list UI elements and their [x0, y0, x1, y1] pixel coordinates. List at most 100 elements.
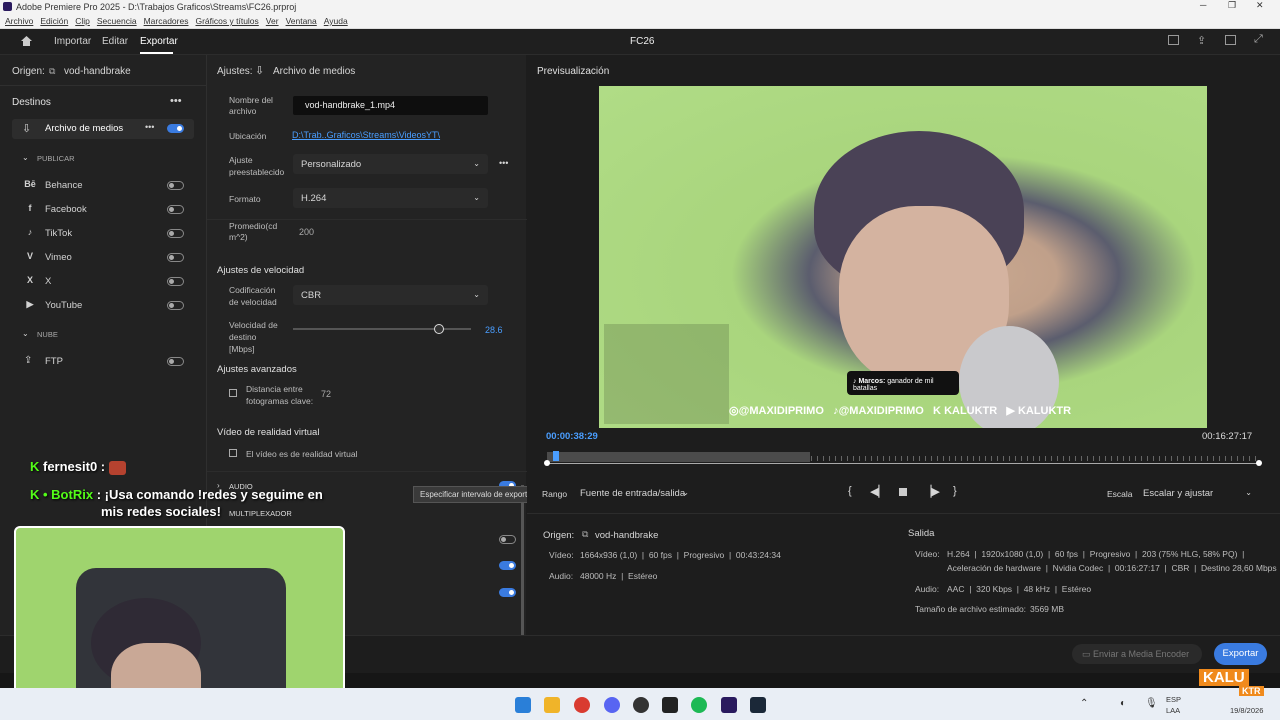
- coding-dropdown[interactable]: CBR ⌄: [293, 285, 488, 305]
- destination-toggle[interactable]: [167, 229, 184, 238]
- option-toggle-2[interactable]: [499, 561, 516, 570]
- destination-toggle[interactable]: [167, 277, 184, 286]
- social-handles: ◎@MAXIDIPRIMO ♪@MAXIDIPRIMO K KALUKTR ▶ …: [729, 404, 1071, 417]
- menu-item[interactable]: Ver: [266, 16, 279, 26]
- ftp-toggle[interactable]: [167, 357, 184, 366]
- destination-toggle[interactable]: [167, 205, 184, 214]
- maximize-icon[interactable]: ❐: [1228, 0, 1236, 11]
- webcam-overlay: [14, 526, 345, 712]
- preset-dropdown[interactable]: Personalizado ⌄: [293, 154, 488, 174]
- more-icon[interactable]: •••: [499, 158, 508, 168]
- destination-label: Facebook: [45, 204, 87, 215]
- option-toggle-1[interactable]: [499, 535, 516, 544]
- playhead[interactable]: [552, 451, 559, 461]
- media-encoder-button[interactable]: ▭ Enviar a Media Encoder: [1072, 644, 1202, 664]
- handle-kick: KALUKTR: [944, 405, 998, 417]
- vr-checkbox[interactable]: [229, 449, 237, 457]
- fullscreen-icon[interactable]: ⤢: [1254, 33, 1263, 46]
- menu-item[interactable]: Ventana: [286, 16, 317, 26]
- chat-app-icon[interactable]: [662, 697, 678, 713]
- in-point-handle[interactable]: [544, 460, 550, 466]
- option-toggle-3[interactable]: [499, 588, 516, 597]
- lang-indicator-2[interactable]: LAA: [1166, 706, 1180, 715]
- panel-resizer[interactable]: [521, 485, 524, 635]
- destination-label: X: [45, 276, 52, 287]
- chevron-down-icon[interactable]: ⌄: [22, 153, 29, 162]
- step-forward-icon[interactable]: ▕▶: [923, 485, 940, 498]
- menu-item[interactable]: Marcadores: [144, 16, 189, 26]
- destination-tiktok[interactable]: ♪ TikTok: [12, 224, 192, 244]
- obs-icon[interactable]: [633, 697, 649, 713]
- panel-icon[interactable]: [1225, 35, 1236, 45]
- lang-indicator-1[interactable]: ESP: [1166, 695, 1181, 704]
- chevron-down-icon[interactable]: ⌄: [22, 329, 29, 338]
- destination-media-file[interactable]: ⇩ Archivo de medios •••: [12, 119, 194, 139]
- divider: [207, 471, 527, 472]
- destination-vimeo[interactable]: V Vimeo: [12, 248, 192, 268]
- format-dropdown[interactable]: H.264 ⌄: [293, 188, 488, 208]
- stop-icon[interactable]: [899, 488, 907, 496]
- windows-start-icon[interactable]: [515, 697, 531, 713]
- title-bar: Adobe Premiere Pro 2025 - D:\Trabajos Gr…: [0, 0, 1280, 14]
- kick-icon: K: [30, 487, 43, 502]
- file-explorer-icon[interactable]: [544, 697, 560, 713]
- range-dropdown[interactable]: Fuente de entrada/salida ⌄: [572, 483, 697, 503]
- export-button[interactable]: Exportar: [1214, 643, 1267, 665]
- more-icon[interactable]: •••: [145, 122, 154, 132]
- tab-import[interactable]: Importar: [54, 36, 91, 47]
- tab-export[interactable]: Exportar: [140, 36, 178, 47]
- timeline-ruler[interactable]: [544, 451, 1262, 466]
- mic-icon[interactable]: 🎙: [1145, 698, 1158, 709]
- menu-item[interactable]: Edición: [40, 16, 68, 26]
- out-point-handle[interactable]: [1256, 460, 1262, 466]
- output-size-label: Tamaño de archivo estimado:: [915, 604, 1027, 614]
- close-icon[interactable]: ✕: [1256, 0, 1264, 11]
- keyframe-value[interactable]: 72: [321, 389, 331, 399]
- chrome-icon[interactable]: [574, 697, 590, 713]
- spotify-icon[interactable]: [691, 697, 707, 713]
- tray-chevron-icon[interactable]: ⌃: [1080, 698, 1088, 709]
- steam-icon[interactable]: [750, 697, 766, 713]
- menu-item[interactable]: Clip: [75, 16, 90, 26]
- home-icon[interactable]: [20, 35, 33, 47]
- discord-icon[interactable]: [604, 697, 620, 713]
- destination-toggle[interactable]: [167, 181, 184, 190]
- chevron-down-icon: ⌄: [1245, 488, 1252, 497]
- current-timecode[interactable]: 00:00:38:29: [546, 431, 598, 442]
- share-icon[interactable]: ⇪: [1197, 34, 1206, 47]
- more-icon[interactable]: •••: [170, 95, 182, 107]
- tab-edit[interactable]: Editar: [102, 36, 128, 47]
- workspace-icon[interactable]: [1168, 35, 1179, 45]
- slider-handle[interactable]: [433, 324, 444, 334]
- mark-out-icon[interactable]: }: [953, 485, 957, 497]
- scale-dropdown[interactable]: Escalar y ajustar ⌄: [1135, 483, 1260, 503]
- inout-range[interactable]: [547, 452, 811, 462]
- file-name-input[interactable]: vod-handbrake_1.mp4: [293, 96, 488, 115]
- destination-toggle[interactable]: [167, 253, 184, 262]
- target-slider[interactable]: [293, 324, 471, 334]
- menu-item[interactable]: Archivo: [5, 16, 33, 26]
- target-value[interactable]: 28.6: [485, 325, 503, 335]
- menu-item[interactable]: Secuencia: [97, 16, 137, 26]
- destination-x[interactable]: XX: [12, 272, 192, 292]
- output-video-line1: H.264 | 1920x1080 (1,0) | 60 fps | Progr…: [947, 549, 1245, 559]
- menu-item[interactable]: Gráficos y títulos: [195, 16, 258, 26]
- destination-facebook[interactable]: f Facebook: [12, 200, 192, 220]
- export-file-icon: ⇩: [22, 123, 32, 135]
- file-name-label: Nombre del archivo: [229, 95, 273, 116]
- source-label: Origen:: [543, 530, 575, 541]
- menu-item[interactable]: Ayuda: [324, 16, 348, 26]
- keyframe-checkbox[interactable]: [229, 389, 237, 397]
- step-back-icon[interactable]: ◀▏: [870, 485, 887, 498]
- network-icon[interactable]: ◐: [1120, 698, 1126, 709]
- media-file-toggle[interactable]: [167, 124, 184, 133]
- destination-youtube[interactable]: ▶ YouTube: [12, 296, 192, 316]
- minimize-icon[interactable]: ─: [1200, 0, 1206, 10]
- source-audio-value: 48000 Hz | Estéreo: [580, 571, 658, 581]
- premiere-taskbar-icon[interactable]: [721, 697, 737, 713]
- taskbar-date[interactable]: 19/8/2026: [1230, 706, 1263, 715]
- destination-behance[interactable]: Bē Behance: [12, 176, 192, 196]
- location-link[interactable]: D:\Trab..Graficos\Streams\VideosYT\: [292, 130, 440, 140]
- mark-in-icon[interactable]: {: [848, 485, 852, 497]
- destination-toggle[interactable]: [167, 301, 184, 310]
